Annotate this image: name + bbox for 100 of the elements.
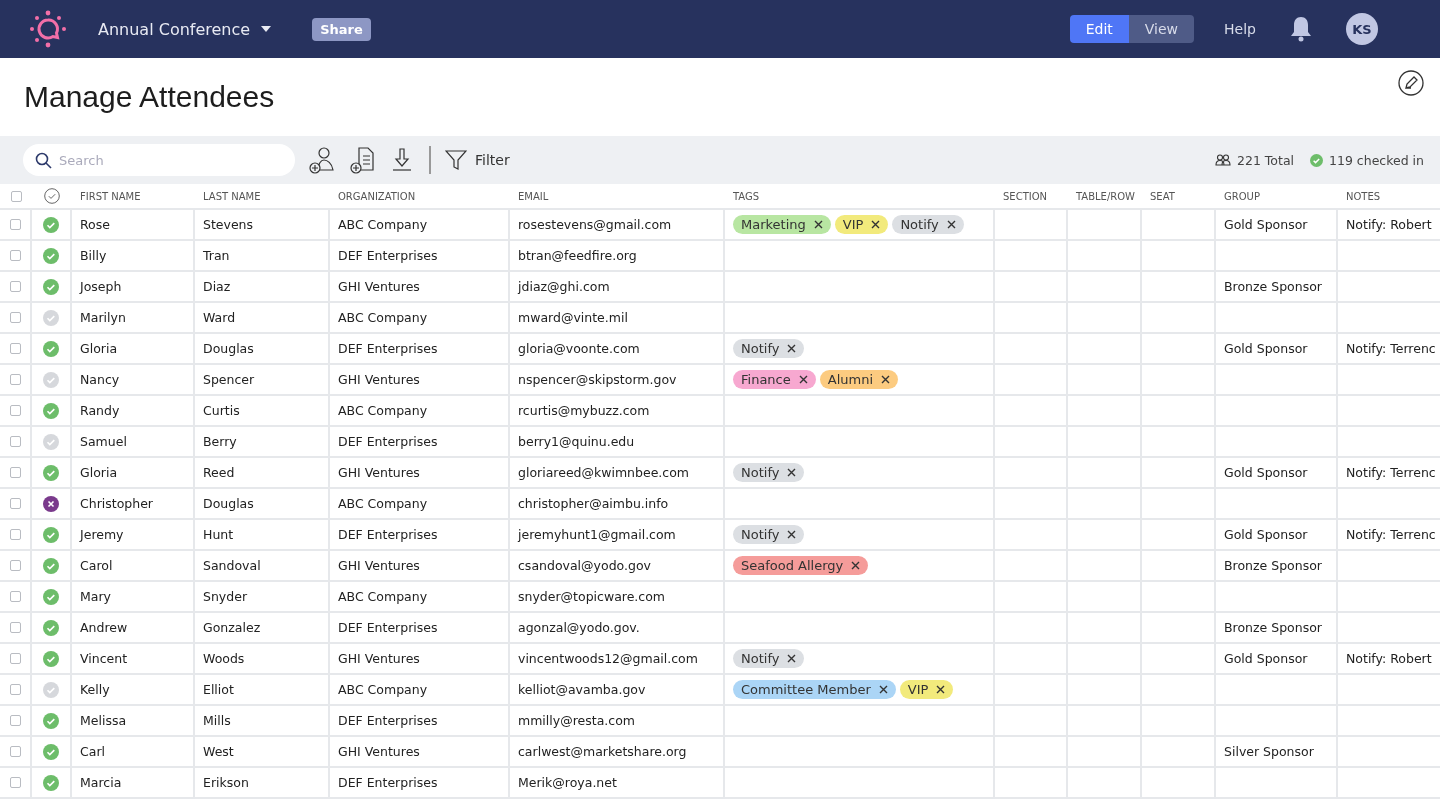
page-title: Manage Attendees — [24, 80, 275, 114]
close-icon[interactable] — [798, 375, 808, 384]
close-icon[interactable] — [813, 220, 823, 229]
add-person-icon[interactable] — [309, 146, 335, 174]
tag-chip[interactable]: Notify — [892, 215, 964, 234]
table-cell: Kelly — [72, 675, 195, 704]
tag-chip[interactable]: Notify — [733, 649, 805, 668]
select-all-checkbox[interactable] — [10, 190, 22, 202]
check-circle-icon[interactable] — [43, 650, 59, 667]
check-circle-icon[interactable] — [43, 340, 59, 357]
table-cell: Spencer — [195, 365, 330, 394]
column-header[interactable]: NOTES — [1338, 190, 1440, 202]
check-circle-icon[interactable] — [43, 557, 59, 574]
column-header[interactable]: FIRST NAME — [72, 190, 195, 202]
tag-chip[interactable]: VIP — [834, 215, 889, 234]
check-circle-icon[interactable] — [43, 402, 59, 419]
close-icon[interactable] — [871, 220, 881, 229]
column-header[interactable]: EMAIL — [510, 190, 725, 202]
row-checkbox[interactable] — [9, 560, 21, 571]
check-circle-icon[interactable] — [43, 371, 59, 388]
table-cell: DEF Enterprises — [330, 613, 510, 642]
table-cell: gloria@voonte.com — [510, 334, 725, 363]
row-checkbox[interactable] — [9, 219, 21, 230]
row-checkbox[interactable] — [9, 715, 21, 726]
table-cell: Douglas — [195, 334, 330, 363]
filter-button[interactable]: Filter — [445, 149, 510, 171]
check-circle-icon[interactable] — [43, 712, 59, 729]
table-cell: Gloria — [72, 458, 195, 487]
cross-circle-icon[interactable] — [43, 495, 59, 512]
row-checkbox[interactable] — [9, 591, 21, 602]
check-circle-icon[interactable] — [43, 216, 59, 233]
tag-chip[interactable]: Notify — [733, 339, 805, 358]
row-checkbox[interactable] — [9, 405, 21, 416]
check-circle-icon[interactable] — [43, 433, 59, 450]
check-circle-icon[interactable] — [43, 309, 59, 326]
tag-chip[interactable]: Finance — [733, 370, 816, 389]
check-circle-icon[interactable] — [43, 588, 59, 605]
close-icon[interactable] — [787, 468, 797, 477]
row-checkbox[interactable] — [9, 467, 21, 478]
table-cell: Carol — [72, 551, 195, 580]
row-checkbox[interactable] — [9, 250, 21, 261]
close-icon[interactable] — [787, 530, 797, 539]
mode-toggle[interactable]: View — [1128, 15, 1195, 43]
table-cell-text: Notify: Terrenc — [1345, 526, 1437, 544]
row-checkbox[interactable] — [9, 281, 21, 292]
column-header[interactable]: SECTION — [995, 190, 1068, 202]
row-checkbox[interactable] — [9, 312, 21, 323]
table-cell: snyder@topicware.com — [510, 582, 725, 611]
tag-chip[interactable]: Alumni — [819, 370, 898, 389]
column-header[interactable]: TAGS — [725, 190, 995, 202]
tag-chip[interactable]: VIP — [899, 680, 954, 699]
check-circle-icon[interactable] — [43, 774, 59, 791]
row-checkbox[interactable] — [9, 343, 21, 354]
check-circle-icon[interactable] — [43, 619, 59, 636]
close-icon[interactable] — [787, 344, 797, 353]
logo-icon[interactable] — [28, 9, 68, 49]
event-dropdown[interactable]: Annual Conference — [98, 19, 273, 39]
column-header[interactable]: SEAT — [1142, 190, 1216, 202]
column-header[interactable]: TABLE/ROW — [1068, 190, 1142, 202]
user-avatar[interactable]: KS — [1346, 13, 1378, 45]
row-checkbox[interactable] — [9, 653, 21, 664]
table-cell: Samuel — [72, 427, 195, 456]
close-icon[interactable] — [878, 685, 888, 694]
tag-chip[interactable]: Seafood Allergy — [733, 556, 869, 575]
close-icon[interactable] — [946, 220, 956, 229]
tag-chip[interactable]: Notify — [733, 463, 805, 482]
column-header[interactable]: LAST NAME — [195, 190, 330, 202]
tag-chip[interactable]: Marketing — [733, 215, 831, 234]
row-checkbox[interactable] — [9, 622, 21, 633]
tag-chip[interactable]: Notify — [733, 525, 805, 544]
close-icon[interactable] — [936, 685, 946, 694]
check-circle-icon[interactable] — [43, 743, 59, 760]
tag-chip[interactable]: Committee Member — [733, 680, 896, 699]
row-checkbox[interactable] — [9, 374, 21, 385]
close-icon[interactable] — [787, 654, 797, 663]
search-field[interactable]: Search — [23, 144, 295, 176]
column-header[interactable]: GROUP — [1216, 190, 1338, 202]
row-checkbox[interactable] — [9, 436, 21, 447]
check-circle-icon[interactable] — [43, 526, 59, 543]
check-circle-icon[interactable] — [44, 188, 60, 204]
close-icon[interactable] — [881, 375, 890, 384]
mode-toggle[interactable]: Edit — [1069, 15, 1129, 43]
row-checkbox[interactable] — [9, 498, 21, 509]
table-cell: Mary — [72, 582, 195, 611]
help-link[interactable]: Help — [1218, 20, 1262, 38]
check-circle-icon[interactable] — [43, 247, 59, 264]
row-checkbox[interactable] — [9, 746, 21, 757]
table-cell: ABC Company — [330, 582, 510, 611]
pencil-circle-icon[interactable] — [1398, 70, 1424, 96]
check-circle-icon[interactable] — [43, 464, 59, 481]
check-circle-icon[interactable] — [43, 681, 59, 698]
row-checkbox[interactable] — [9, 529, 21, 540]
bell-icon[interactable] — [1290, 16, 1312, 42]
close-icon[interactable] — [851, 561, 861, 570]
add-document-icon[interactable] — [349, 146, 375, 174]
table-cell: Andrew — [72, 613, 195, 642]
row-checkbox[interactable] — [9, 684, 21, 695]
column-header[interactable]: ORGANIZATION — [330, 190, 510, 202]
row-checkbox[interactable] — [9, 777, 21, 788]
check-circle-icon[interactable] — [43, 278, 59, 295]
